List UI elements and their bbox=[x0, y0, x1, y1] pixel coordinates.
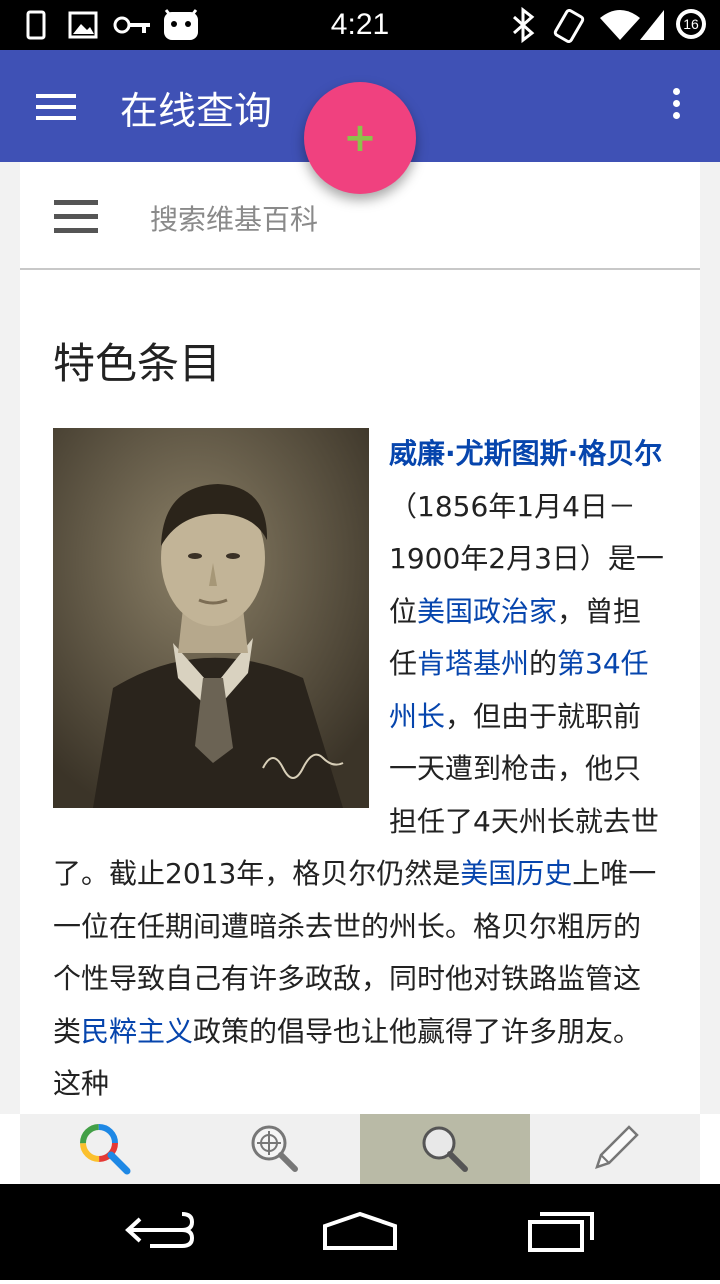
status-icons bbox=[26, 6, 706, 44]
android-icon bbox=[164, 9, 198, 40]
signal-icon bbox=[640, 10, 664, 40]
page-margin-left bbox=[0, 162, 20, 1114]
search-icon bbox=[422, 1126, 468, 1172]
text-run: 的 bbox=[529, 647, 558, 680]
home-icon[interactable] bbox=[323, 1211, 397, 1250]
status-bar: 4:21 16 bbox=[0, 0, 720, 50]
webview[interactable]: 搜索维基百科 特色条目 威廉·尤斯图斯·格贝尔（1856年1月4日－1900年2… bbox=[20, 162, 700, 1114]
add-icon: + bbox=[343, 115, 377, 161]
vibrate-icon bbox=[553, 8, 585, 44]
bottom-tab-bar bbox=[20, 1114, 700, 1184]
sim-icon bbox=[26, 10, 46, 40]
hamburger-menu-icon[interactable] bbox=[36, 94, 76, 120]
bluetooth-icon bbox=[513, 6, 535, 44]
search-input[interactable]: 搜索维基百科 bbox=[150, 198, 318, 238]
wiki-menu-icon[interactable] bbox=[54, 200, 98, 234]
page-margin-right bbox=[700, 162, 720, 1114]
recents-icon[interactable] bbox=[528, 1212, 594, 1252]
color-search-icon bbox=[80, 1124, 131, 1175]
more-vert-icon[interactable] bbox=[666, 88, 686, 124]
globe-search-icon bbox=[251, 1125, 298, 1172]
battery-level: 16 bbox=[683, 16, 699, 32]
key-icon bbox=[113, 16, 150, 34]
app-title: 在线查询 bbox=[120, 89, 273, 133]
article-title-link[interactable]: 威廉·尤斯图斯·格贝尔 bbox=[389, 437, 662, 470]
tab-globe-search[interactable] bbox=[190, 1114, 360, 1184]
section-title: 特色条目 bbox=[53, 339, 222, 388]
tab-edit[interactable] bbox=[530, 1114, 700, 1184]
pencil-icon bbox=[595, 1125, 639, 1169]
navigation-bar bbox=[0, 1184, 720, 1280]
image-icon bbox=[68, 11, 98, 39]
featured-article: 威廉·尤斯图斯·格贝尔（1856年1月4日－1900年2月3日）是一位美国政治家… bbox=[53, 428, 665, 1111]
tab-search[interactable] bbox=[360, 1114, 530, 1184]
wifi-icon bbox=[600, 10, 640, 40]
link-us-history[interactable]: 美国历史 bbox=[460, 857, 572, 890]
back-icon[interactable] bbox=[125, 1212, 195, 1248]
link-kentucky[interactable]: 肯塔基州 bbox=[417, 647, 529, 680]
link-american-politician[interactable]: 美国政治家 bbox=[417, 595, 557, 628]
portrait-image[interactable] bbox=[53, 428, 369, 808]
link-populism[interactable]: 民粹主义 bbox=[81, 1015, 193, 1048]
add-fab-button[interactable]: + bbox=[304, 82, 416, 194]
tab-color-search[interactable] bbox=[20, 1114, 190, 1184]
